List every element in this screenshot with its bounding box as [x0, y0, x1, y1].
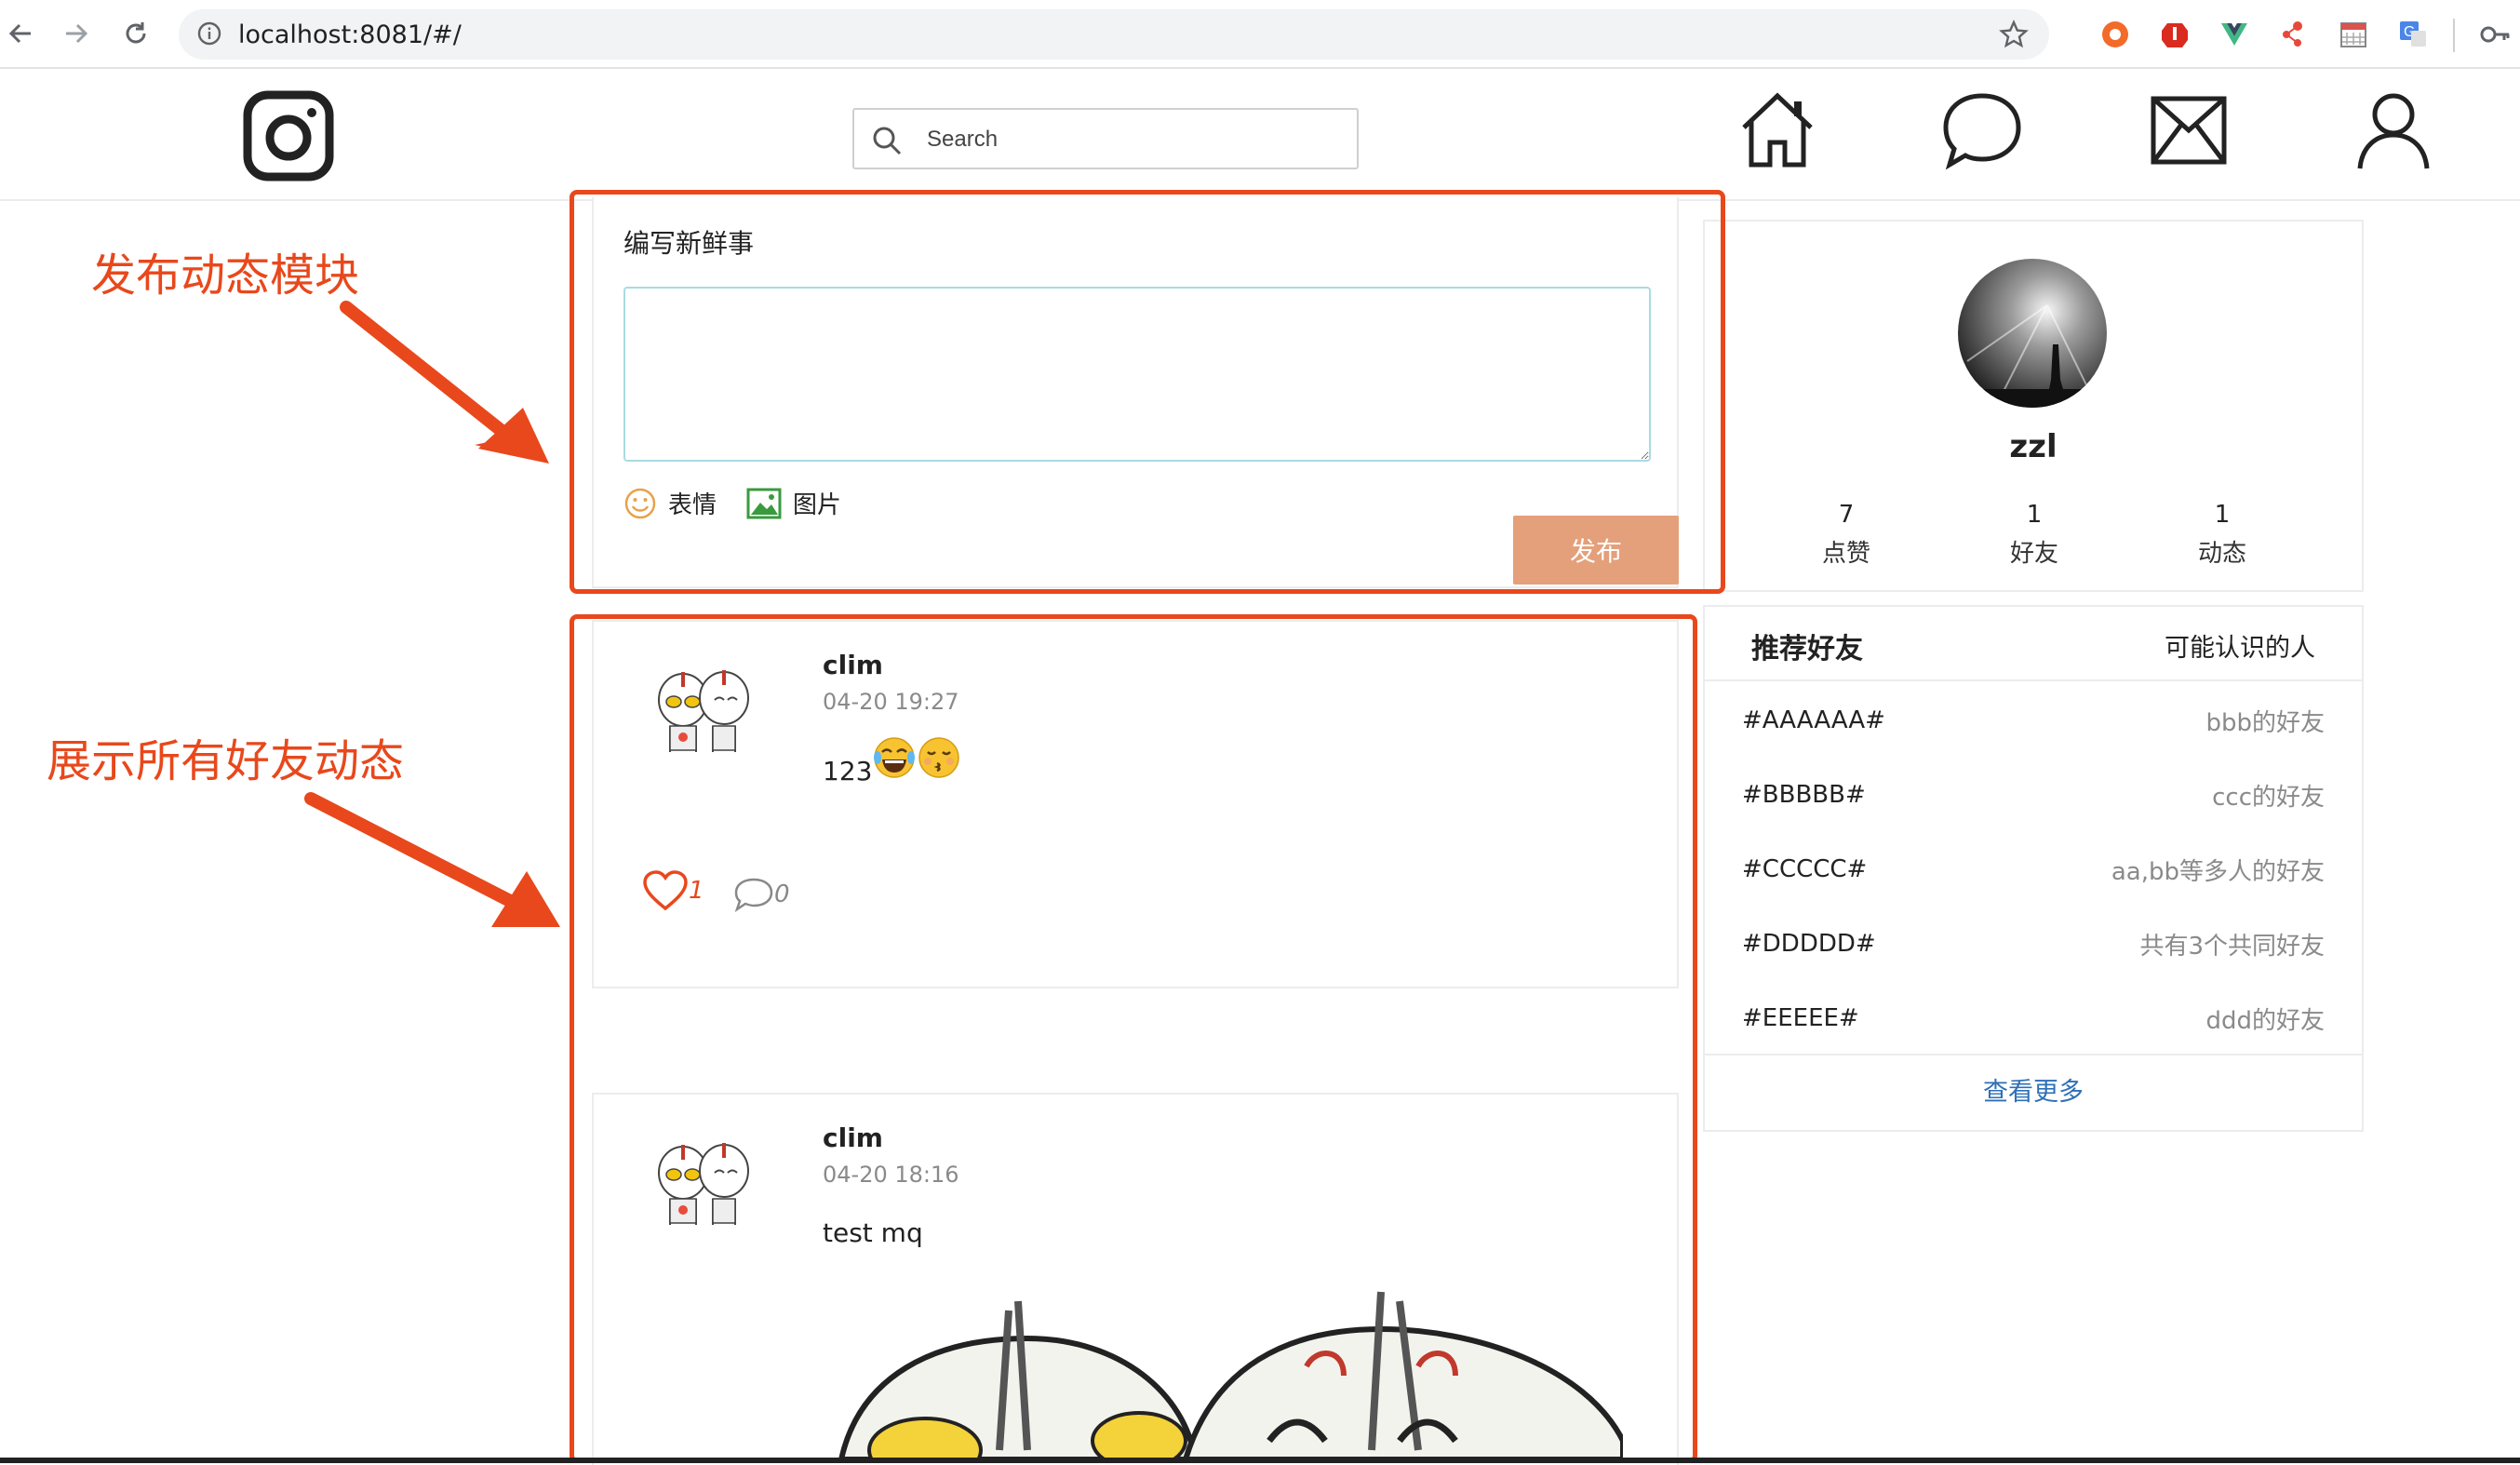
friend-desc: aa,bb等多人的好友	[2111, 857, 2325, 886]
friends-subtitle: 可能认识的人	[2165, 634, 2315, 663]
back-button[interactable]	[4, 17, 37, 50]
extension-orange-icon[interactable]	[2099, 19, 2131, 50]
forward-arrow-icon	[66, 23, 88, 44]
feed-highlight-box	[570, 614, 1697, 1463]
info-icon[interactable]	[197, 21, 221, 49]
extension-vue-icon[interactable]	[2218, 19, 2250, 50]
instagram-logo-icon[interactable]	[242, 89, 335, 186]
toolbar-separator	[2453, 19, 2455, 52]
home-icon[interactable]	[1735, 86, 1820, 175]
friend-name: #AAAAAA#	[1742, 706, 1885, 734]
chat-bubble-icon[interactable]	[1939, 86, 2025, 175]
user-profile-icon[interactable]	[2351, 86, 2436, 175]
stat-label: 点赞	[1821, 540, 1870, 568]
app-header	[0, 71, 2520, 201]
friend-item[interactable]: #CCCCC# aa,bb等多人的好友	[1742, 832, 2325, 907]
friend-name: #DDDDD#	[1742, 930, 1876, 958]
recommended-friends-card: 推荐好友 可能认识的人 #AAAAAA# bbb的好友 #BBBBB# ccc的…	[1703, 605, 2364, 1132]
search-icon	[871, 125, 903, 160]
stat-number: 7	[1838, 501, 1855, 529]
reload-button[interactable]	[119, 17, 153, 50]
forward-button[interactable]	[60, 17, 93, 50]
friend-name: #EEEEE#	[1742, 1004, 1859, 1032]
stat-friends[interactable]: 1 好友	[1960, 501, 2109, 569]
friend-name: #BBBBB#	[1742, 781, 1866, 809]
address-bar[interactable]: localhost:8081/#/	[179, 9, 2049, 60]
view-more-link[interactable]: 查看更多	[1705, 1054, 2362, 1132]
search-box[interactable]	[852, 108, 1359, 169]
search-input[interactable]	[927, 121, 1336, 158]
friend-desc: bbb的好友	[2205, 708, 2325, 737]
composer-highlight-box	[570, 190, 1725, 594]
friends-title: 推荐好友	[1751, 633, 1863, 665]
profile-avatar[interactable]	[1958, 259, 2107, 408]
composer-annotation: 发布动态模块	[91, 249, 360, 302]
bottom-edge	[0, 1458, 2520, 1463]
key-icon[interactable]	[2479, 19, 2511, 50]
browser-toolbar: localhost:8081/#/ G	[0, 0, 2520, 69]
extension-translate-icon[interactable]: G	[2397, 19, 2429, 50]
stat-label: 好友	[2009, 540, 2058, 568]
stat-number: 1	[2026, 501, 2043, 529]
back-arrow-icon	[8, 23, 31, 44]
friend-desc: 共有3个共同好友	[2139, 932, 2325, 961]
bookmark-star-icon[interactable]	[1999, 20, 2029, 53]
friend-desc: ddd的好友	[2205, 1006, 2325, 1035]
profile-card: zzl 7 点赞 1 好友 1 动态	[1703, 220, 2364, 592]
stat-likes[interactable]: 7 点赞	[1772, 501, 1921, 569]
composer-arrow-icon	[340, 301, 549, 464]
mail-icon[interactable]	[2146, 86, 2232, 175]
friend-item[interactable]: #BBBBB# ccc的好友	[1742, 758, 2325, 832]
reload-icon	[126, 22, 146, 44]
feed-arrow-icon	[304, 792, 560, 927]
stat-label: 动态	[2197, 540, 2246, 568]
extension-network-icon[interactable]	[2278, 19, 2310, 50]
friends-header: 推荐好友 可能认识的人	[1705, 607, 2362, 681]
stat-posts[interactable]: 1 动态	[2148, 501, 2297, 569]
stat-number: 1	[2214, 501, 2231, 529]
friend-item[interactable]: #DDDDD# 共有3个共同好友	[1742, 907, 2325, 981]
feed-annotation: 展示所有好友动态	[47, 735, 405, 787]
extension-shield-icon[interactable]	[2159, 19, 2191, 50]
friend-item[interactable]: #EEEEE# ddd的好友	[1742, 981, 2325, 1055]
friend-item[interactable]: #AAAAAA# bbb的好友	[1742, 683, 2325, 758]
friend-desc: ccc的好友	[2212, 783, 2325, 812]
profile-name[interactable]: zzl	[1705, 428, 2362, 465]
friend-name: #CCCCC#	[1742, 855, 1868, 883]
url-text: localhost:8081/#/	[238, 20, 462, 49]
extension-calendar-icon[interactable]	[2338, 19, 2369, 50]
